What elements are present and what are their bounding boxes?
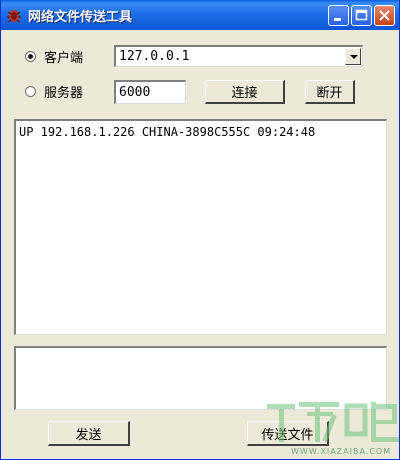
window-title: 网络文件传送工具: [28, 10, 133, 25]
close-icon: [379, 10, 390, 21]
address-value: 127.0.0.1: [119, 49, 190, 64]
minimize-button[interactable]: [328, 5, 349, 26]
client-label: 客户端: [44, 51, 84, 66]
send-button[interactable]: 发送: [48, 421, 130, 446]
watermark-site-text: WWW.XIAZAIBA.COM: [291, 447, 392, 456]
log-output[interactable]: UP 192.168.1.226 CHINA-3898C555C 09:24:4…: [14, 119, 387, 335]
title-bar[interactable]: 网络文件传送工具: [1, 0, 399, 30]
app-window: 网络文件传送工具 客户端 127.0.0.1 服务器 6000 连接 断开 UP…: [0, 0, 400, 460]
connect-button[interactable]: 连接: [205, 80, 285, 104]
server-radio[interactable]: [25, 86, 36, 97]
disconnect-button[interactable]: 断开: [305, 80, 355, 104]
log-line: UP 192.168.1.226 CHINA-3898C555C 09:24:4…: [19, 125, 316, 139]
client-radio[interactable]: [25, 51, 36, 62]
minimize-icon: [334, 18, 341, 21]
maximize-icon: [355, 9, 368, 21]
port-value: 6000: [119, 85, 151, 100]
app-bug-icon: [7, 10, 21, 23]
maximize-button[interactable]: [351, 5, 372, 26]
server-label: 服务器: [44, 86, 84, 101]
close-button[interactable]: [374, 5, 395, 26]
address-combobox[interactable]: 127.0.0.1: [114, 45, 363, 67]
chevron-down-icon[interactable]: [345, 48, 361, 65]
port-input[interactable]: 6000: [114, 80, 186, 104]
